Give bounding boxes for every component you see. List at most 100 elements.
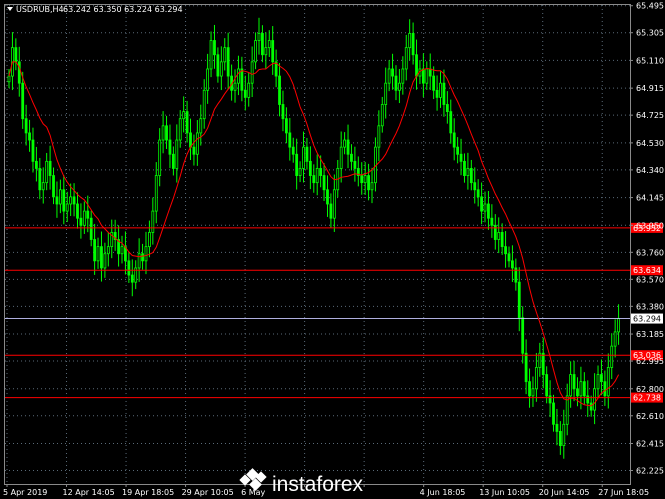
candle-body [209, 40, 213, 70]
candle-body [380, 104, 384, 127]
level-label: 62.738 [633, 394, 661, 403]
candle-body [41, 182, 45, 191]
y-tick-label: 62.415 [636, 439, 664, 448]
candle-body [548, 395, 552, 404]
y-tick-label: 64.725 [636, 111, 664, 120]
candle-body [367, 175, 370, 191]
candle-body [154, 175, 158, 212]
candle-body [452, 132, 456, 148]
candle-body [517, 281, 521, 319]
candle-body [463, 160, 466, 176]
candle-body [302, 146, 305, 169]
candle-body [237, 68, 240, 84]
candle-body [459, 153, 463, 162]
candle-body [17, 61, 21, 84]
ohlc-values: 63.242 63.350 63.224 63.294 [63, 5, 183, 14]
candle-body [148, 232, 151, 248]
candle-body [350, 153, 353, 162]
candle-body [103, 253, 107, 269]
candle-body [48, 160, 52, 176]
candle-body [120, 246, 124, 255]
candle-body [466, 168, 470, 176]
candle-body [247, 82, 251, 98]
candle-body [558, 431, 562, 447]
candle-body [178, 118, 182, 141]
candle-body [182, 111, 186, 120]
candle-body [326, 189, 329, 205]
candle-body [219, 61, 223, 77]
candle-body [432, 75, 436, 91]
y-tick-label: 63.950 [636, 221, 664, 230]
candle-body [185, 111, 189, 134]
candle-body [435, 89, 439, 98]
candle-body [288, 132, 292, 148]
candle-body [89, 217, 93, 240]
candle-body [469, 168, 473, 184]
candle-body [267, 40, 271, 49]
candle-body [199, 118, 203, 134]
candle-body [408, 33, 412, 49]
candle-body [69, 196, 73, 205]
candle-body [319, 168, 323, 176]
candle-body [541, 352, 545, 375]
candle-body [195, 132, 199, 155]
candle-body [521, 317, 525, 354]
candle-body [415, 54, 418, 77]
candle-body [21, 82, 25, 120]
candle-body [233, 82, 237, 91]
candle-body [449, 111, 453, 134]
candle-body [137, 253, 141, 269]
candle-body [171, 153, 175, 169]
candle-body [192, 146, 196, 155]
candle-body [476, 189, 480, 198]
candle-body [343, 139, 347, 148]
candle-body [168, 139, 172, 155]
candle-body [158, 139, 162, 176]
candle-body [62, 189, 66, 212]
candle-body [175, 139, 179, 169]
candle-body [600, 374, 603, 383]
candle-body [38, 168, 42, 191]
candle-body [524, 352, 528, 383]
candle-body [589, 402, 593, 411]
candle-body [353, 160, 357, 169]
candle-body [384, 82, 388, 105]
y-tick-label: 64.145 [636, 194, 664, 203]
symbol-timeframe: USDRUB,H4 [16, 5, 64, 14]
candle-body [295, 153, 299, 176]
candle-body [264, 47, 268, 56]
candle-body [76, 203, 79, 219]
candle-body [534, 367, 538, 390]
candle-body [100, 246, 103, 269]
candle-body [387, 68, 391, 84]
candle-body [206, 68, 210, 91]
candle-body [339, 146, 343, 169]
candle-body [31, 139, 35, 162]
candle-body [82, 210, 86, 226]
candle-body [291, 146, 295, 155]
y-tick-label: 64.915 [636, 84, 664, 93]
candle-body [250, 61, 254, 84]
candle-body [473, 182, 477, 191]
candle-body [281, 104, 285, 120]
instaforex-watermark: instaforex [239, 468, 364, 496]
candle-body [456, 146, 460, 155]
price-chart[interactable]: 63.93263.63463.03662.73863.294 65.49565.… [0, 0, 665, 499]
candle-body [223, 47, 227, 63]
y-tick-label: 62.610 [636, 412, 664, 421]
candle-body [240, 68, 244, 91]
candle-body [606, 367, 610, 397]
y-tick-label: 65.110 [636, 56, 664, 65]
candle-body [141, 253, 144, 262]
candle-body [79, 217, 83, 226]
candle-body [531, 388, 535, 397]
candle-body [55, 196, 59, 205]
candle-body [271, 40, 275, 63]
candle-body [86, 210, 90, 219]
y-tick-label: 62.800 [636, 385, 664, 394]
candle-body [346, 139, 350, 155]
candle-body [411, 33, 415, 56]
candle-body [613, 331, 617, 347]
candle-body [528, 381, 531, 397]
candle-body [216, 54, 220, 77]
